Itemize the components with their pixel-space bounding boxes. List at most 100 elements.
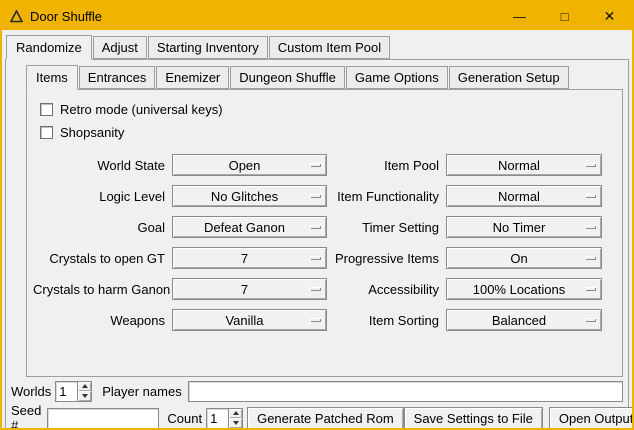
minimize-button[interactable]: — xyxy=(497,2,542,30)
shopsanity-label: Shopsanity xyxy=(60,125,124,140)
menu-indicator-icon xyxy=(310,194,321,198)
close-button[interactable]: ✕ xyxy=(587,2,632,30)
goal-value: Defeat Ganon xyxy=(204,220,285,235)
seed-input[interactable] xyxy=(47,408,159,429)
generate-patched-rom-button[interactable]: Generate Patched Rom xyxy=(247,407,404,430)
arrow-down-icon xyxy=(82,394,88,398)
footer-row-worlds: Worlds Player names xyxy=(11,379,623,403)
tab-starting-inventory[interactable]: Starting Inventory xyxy=(148,36,268,59)
logic-level-dropdown[interactable]: No Glitches xyxy=(172,185,327,207)
weapons-value: Vanilla xyxy=(225,313,263,328)
footer: Worlds Player names Seed # xyxy=(6,377,628,430)
timer-setting-value: No Timer xyxy=(493,220,546,235)
menu-indicator-icon xyxy=(585,256,596,260)
item-pool-value: Normal xyxy=(498,158,540,173)
worlds-stepper xyxy=(55,381,92,402)
player-names-label: Player names xyxy=(102,384,181,399)
tab-items[interactable]: Items xyxy=(26,65,78,90)
item-functionality-value: Normal xyxy=(498,189,540,204)
crystals-ganon-label: Crystals to harm Ganon xyxy=(33,282,165,297)
timer-setting-label: Timer Setting xyxy=(334,220,439,235)
count-down-button[interactable] xyxy=(229,418,242,428)
timer-setting-dropdown[interactable]: No Timer xyxy=(446,216,602,238)
items-pane: Retro mode (universal keys) Shopsanity W… xyxy=(26,89,623,377)
world-state-dropdown[interactable]: Open xyxy=(172,154,327,176)
open-output-directory-button[interactable]: Open Output Directory xyxy=(549,407,634,430)
count-stepper xyxy=(206,408,243,429)
titlebar: Door Shuffle — □ ✕ xyxy=(2,2,632,30)
item-sorting-dropdown[interactable]: Balanced xyxy=(446,309,602,331)
weapons-label: Weapons xyxy=(33,313,165,328)
progressive-items-label: Progressive Items xyxy=(334,251,439,266)
window-title: Door Shuffle xyxy=(30,9,102,24)
menu-indicator-icon xyxy=(585,163,596,167)
item-sorting-label: Item Sorting xyxy=(334,313,439,328)
worlds-input[interactable] xyxy=(55,381,77,402)
goal-label: Goal xyxy=(33,220,165,235)
menu-indicator-icon xyxy=(310,318,321,322)
checkbox-retro-mode[interactable]: Retro mode (universal keys) xyxy=(33,98,616,121)
weapons-dropdown[interactable]: Vanilla xyxy=(172,309,327,331)
tab-generation-setup[interactable]: Generation Setup xyxy=(449,66,569,89)
tab-enemizer[interactable]: Enemizer xyxy=(156,66,229,89)
outer-tab-bar: Randomize Adjust Starting Inventory Cust… xyxy=(2,30,632,59)
count-label: Count xyxy=(167,411,202,426)
accessibility-label: Accessibility xyxy=(334,282,439,297)
accessibility-dropdown[interactable]: 100% Locations xyxy=(446,278,602,300)
progressive-items-dropdown[interactable]: On xyxy=(446,247,602,269)
randomize-pane: Items Entrances Enemizer Dungeon Shuffle… xyxy=(5,59,629,430)
menu-indicator-icon xyxy=(310,256,321,260)
inner-notebook: Items Entrances Enemizer Dungeon Shuffle… xyxy=(6,60,628,377)
tab-game-options[interactable]: Game Options xyxy=(346,66,448,89)
crystals-gt-dropdown[interactable]: 7 xyxy=(172,247,327,269)
tab-dungeon-shuffle[interactable]: Dungeon Shuffle xyxy=(230,66,345,89)
window: Door Shuffle — □ ✕ Randomize Adjust Star… xyxy=(0,0,634,430)
item-pool-label: Item Pool xyxy=(334,158,439,173)
window-controls: — □ ✕ xyxy=(497,2,632,30)
options-form: World State Open Item Pool Normal Logic … xyxy=(33,154,616,331)
tab-randomize[interactable]: Randomize xyxy=(6,35,92,60)
menu-indicator-icon xyxy=(585,318,596,322)
tab-adjust[interactable]: Adjust xyxy=(93,36,147,59)
arrow-down-icon xyxy=(233,421,239,425)
item-functionality-label: Item Functionality xyxy=(334,189,439,204)
accessibility-value: 100% Locations xyxy=(473,282,566,297)
retro-mode-label: Retro mode (universal keys) xyxy=(60,102,223,117)
footer-row-seed: Seed # Count Generate Patched Rom S xyxy=(11,406,623,430)
tab-custom-item-pool[interactable]: Custom Item Pool xyxy=(269,36,390,59)
player-names-input[interactable] xyxy=(188,381,623,402)
menu-indicator-icon xyxy=(585,225,596,229)
goal-dropdown[interactable]: Defeat Ganon xyxy=(172,216,327,238)
item-functionality-dropdown[interactable]: Normal xyxy=(446,185,602,207)
seed-label: Seed # xyxy=(11,403,41,430)
crystals-gt-label: Crystals to open GT xyxy=(33,251,165,266)
menu-indicator-icon xyxy=(310,225,321,229)
crystals-ganon-value: 7 xyxy=(241,282,248,297)
count-up-button[interactable] xyxy=(229,409,242,419)
worlds-down-button[interactable] xyxy=(78,391,91,401)
item-sorting-value: Balanced xyxy=(492,313,546,328)
logic-level-value: No Glitches xyxy=(211,189,278,204)
world-state-label: World State xyxy=(33,158,165,173)
menu-indicator-icon xyxy=(310,287,321,291)
maximize-button[interactable]: □ xyxy=(542,2,587,30)
menu-indicator-icon xyxy=(310,163,321,167)
worlds-label: Worlds xyxy=(11,384,51,399)
checkbox-shopsanity[interactable]: Shopsanity xyxy=(33,121,616,144)
shopsanity-checkbox-box[interactable] xyxy=(40,126,53,139)
progressive-items-value: On xyxy=(510,251,527,266)
inner-tab-bar: Items Entrances Enemizer Dungeon Shuffle… xyxy=(26,64,623,89)
crystals-ganon-dropdown[interactable]: 7 xyxy=(172,278,327,300)
crystals-gt-value: 7 xyxy=(241,251,248,266)
menu-indicator-icon xyxy=(585,194,596,198)
item-pool-dropdown[interactable]: Normal xyxy=(446,154,602,176)
tab-entrances[interactable]: Entrances xyxy=(79,66,156,89)
arrow-up-icon xyxy=(233,411,239,415)
save-settings-button[interactable]: Save Settings to File xyxy=(404,407,543,430)
world-state-value: Open xyxy=(229,158,261,173)
arrow-up-icon xyxy=(82,384,88,388)
count-stepper-arrows xyxy=(228,408,243,429)
retro-mode-checkbox-box[interactable] xyxy=(40,103,53,116)
count-input[interactable] xyxy=(206,408,228,429)
worlds-up-button[interactable] xyxy=(78,382,91,392)
